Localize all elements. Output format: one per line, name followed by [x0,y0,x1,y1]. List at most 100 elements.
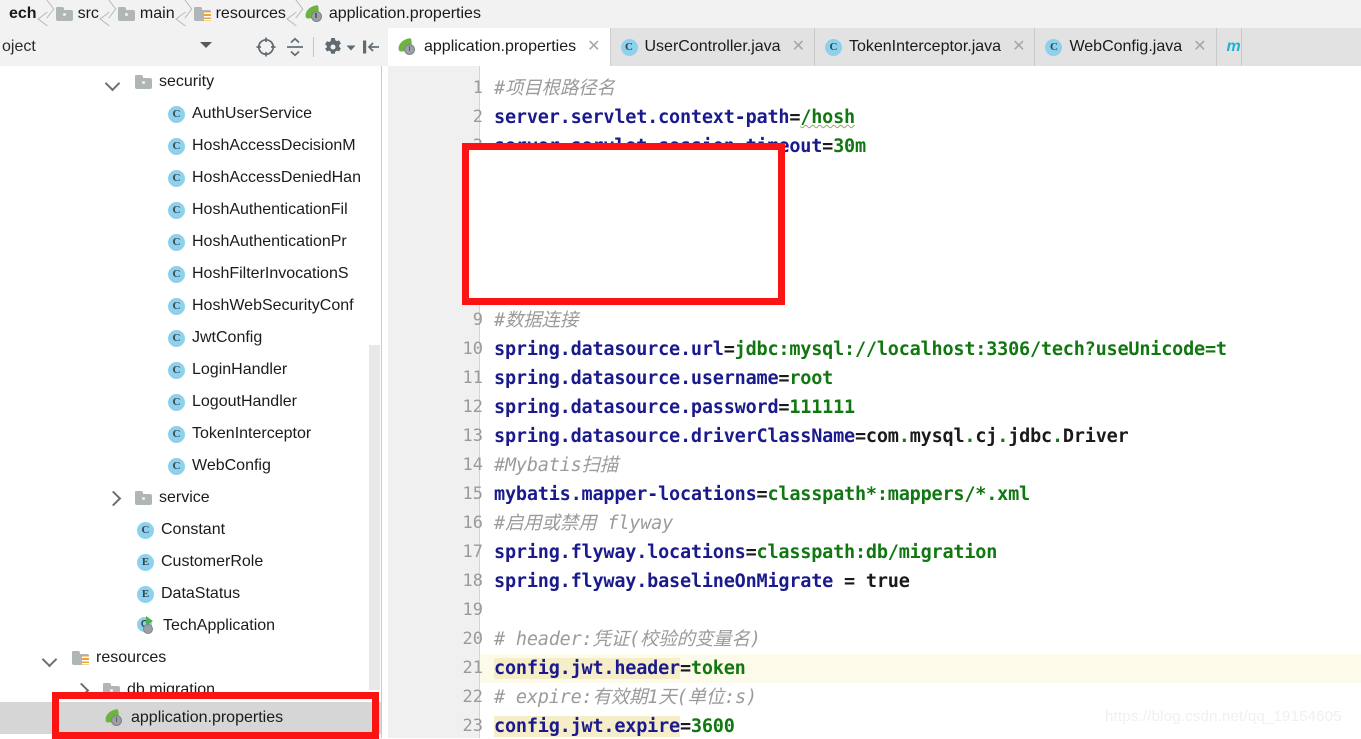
tree-item-customerrole[interactable]: E CustomerRole [0,546,382,578]
tree-gap [121,82,135,83]
chevron-right-icon[interactable] [105,490,121,506]
breadcrumb-item-label: src [77,5,99,22]
tree-item-constant[interactable]: C Constant [0,514,382,546]
code-token: = [723,339,735,360]
breadcrumb-item-src[interactable]: src [52,0,101,28]
editor-tab-application-properties[interactable]: application.properties ✕ [388,28,611,66]
code-token: . [1051,426,1063,447]
gear-dropdown-arrow-icon[interactable] [345,36,357,58]
project-tree-scrollbar[interactable] [369,345,380,690]
tree-item-hoshaccessdecisionm[interactable]: C HoshAccessDecisionM [0,130,382,162]
code-line[interactable]: config.jwt.header=token [494,654,746,683]
code-token: cj [975,426,998,447]
editor-tab-webconfig-java[interactable]: C WebConfig.java ✕ [1035,28,1217,66]
tree-item-techapplication[interactable]: C TechApplication [0,610,382,642]
close-icon[interactable]: ✕ [1193,39,1206,55]
editor-tab-m[interactable]: m [1216,28,1242,66]
hide-panel-icon[interactable] [360,36,382,58]
code-token: server.servlet.context-path [494,107,790,128]
chevron-down-icon[interactable] [105,74,121,90]
tree-item-security[interactable]: security [0,66,382,98]
code-token: # header:凭证(校验的变量名) [494,629,761,650]
tree-item-authuserservice[interactable]: C AuthUserService [0,98,382,130]
code-line[interactable]: # header:凭证(校验的变量名) [494,625,761,654]
breadcrumb-item-resources[interactable]: resources [190,0,288,28]
idea-window: ech src main resources application.propertie… [0,0,1361,739]
tree-item-loginhandler[interactable]: C LoginHandler [0,354,382,386]
editor-tab-label: m [1226,38,1241,55]
tree-item-logouthandler[interactable]: C LogoutHandler [0,386,382,418]
collapse-all-icon[interactable] [284,36,306,58]
code-line[interactable]: mybatis.mapper-locations=classpath*:mapp… [494,480,1030,509]
editor-tab-tokeninterceptor-java[interactable]: C TokenInterceptor.java ✕ [814,28,1036,66]
tree-item-label: Constant [161,521,226,538]
annotation-box-tree-file [52,692,379,739]
tree-item-webconfig[interactable]: C WebConfig [0,450,382,482]
tree-item-jwtconfig[interactable]: C JwtConfig [0,322,382,354]
line-number: 22 [462,687,483,707]
tree-item-service[interactable]: service [0,482,382,514]
code-line[interactable]: spring.flyway.baselineOnMigrate = true [494,567,910,596]
breadcrumb-item-application-properties[interactable]: application.properties [301,0,483,28]
breadcrumb-item-ech[interactable]: ech [0,0,39,28]
breadcrumb-separator [288,0,301,28]
tree-item-tokeninterceptor[interactable]: C TokenInterceptor [0,418,382,450]
tree-gap [89,690,103,691]
editor-tab-label: WebConfig.java [1069,38,1183,55]
folder-icon [135,75,152,89]
settings-gear-icon[interactable] [322,36,344,58]
tree-item-label: DataStatus [161,585,241,602]
code-token: config.jwt.expire [494,716,680,737]
code-line[interactable]: #Mybatis扫描 [494,451,618,480]
tree-gap [58,658,72,659]
code-line[interactable]: # expire:有效期1天(单位:s) [494,683,757,712]
code-token: spring.datasource.driverClassName [494,426,855,447]
tree-item-resources[interactable]: resources [0,642,382,674]
code-token: . [964,426,976,447]
code-line[interactable]: spring.datasource.url=jdbc:mysql://local… [494,335,1227,364]
spring-properties-icon [304,5,324,23]
code-line[interactable]: #数据连接 [494,306,578,335]
code-line[interactable]: server.servlet.context-path=/hosh [494,103,855,132]
editor-tab-usercontroller-java[interactable]: C UserController.java ✕ [610,28,815,66]
code-line[interactable]: spring.flyway.locations=classpath:db/mig… [494,538,997,567]
breadcrumb-item-main[interactable]: main [114,0,177,28]
tree-item-label: JwtConfig [192,329,263,346]
tree-item-hoshwebsecurityconf[interactable]: C HoshWebSecurityConf [0,290,382,322]
tree-item-datastatus[interactable]: E DataStatus [0,578,382,610]
watermark: https://blog.csdn.net/qq_19154605 [1105,708,1342,725]
tree-item-label: TokenInterceptor [192,425,312,442]
tree-item-label: HoshAuthenticationPr [192,233,347,250]
tree-item-hoshaccessdeniedhan[interactable]: C HoshAccessDeniedHan [0,162,382,194]
close-icon[interactable]: ✕ [1012,39,1025,55]
code-token: classpath*:mappers/*.xml [767,484,1030,505]
tree-item-label: WebConfig [192,457,271,474]
line-number: 12 [462,397,483,417]
tree-item-label: AuthUserService [192,105,313,122]
annotation-box-code [462,143,785,305]
code-line[interactable]: spring.datasource.username=root [494,364,833,393]
tree-item-hoshauthenticationpr[interactable]: C HoshAuthenticationPr [0,226,382,258]
code-token: 3600 [690,716,735,737]
tree-item-hoshauthenticationfil[interactable]: C HoshAuthenticationFil [0,194,382,226]
code-line[interactable]: spring.datasource.driverClassName=com.my… [494,422,1129,451]
tree-item-hoshfilterinvocations[interactable]: C HoshFilterInvocationS [0,258,382,290]
code-line[interactable]: config.jwt.expire=3600 [494,712,735,738]
chevron-down-icon[interactable] [42,650,58,666]
code-line[interactable]: #项目根路径名 [494,74,615,103]
chevron-down-icon[interactable] [200,42,212,48]
java-class-icon: C [168,137,185,155]
tree-item-label: LogoutHandler [192,393,297,410]
code-line[interactable]: spring.datasource.password=111111 [494,393,855,422]
close-icon[interactable]: ✕ [587,39,600,55]
code-line[interactable]: #启用或禁用 flyway [494,509,673,538]
folder-icon [117,7,135,21]
breadcrumb-item-label: ech [9,5,37,22]
select-opened-file-icon[interactable] [255,36,277,58]
code-token: = [854,426,866,447]
close-icon[interactable]: ✕ [792,39,805,55]
